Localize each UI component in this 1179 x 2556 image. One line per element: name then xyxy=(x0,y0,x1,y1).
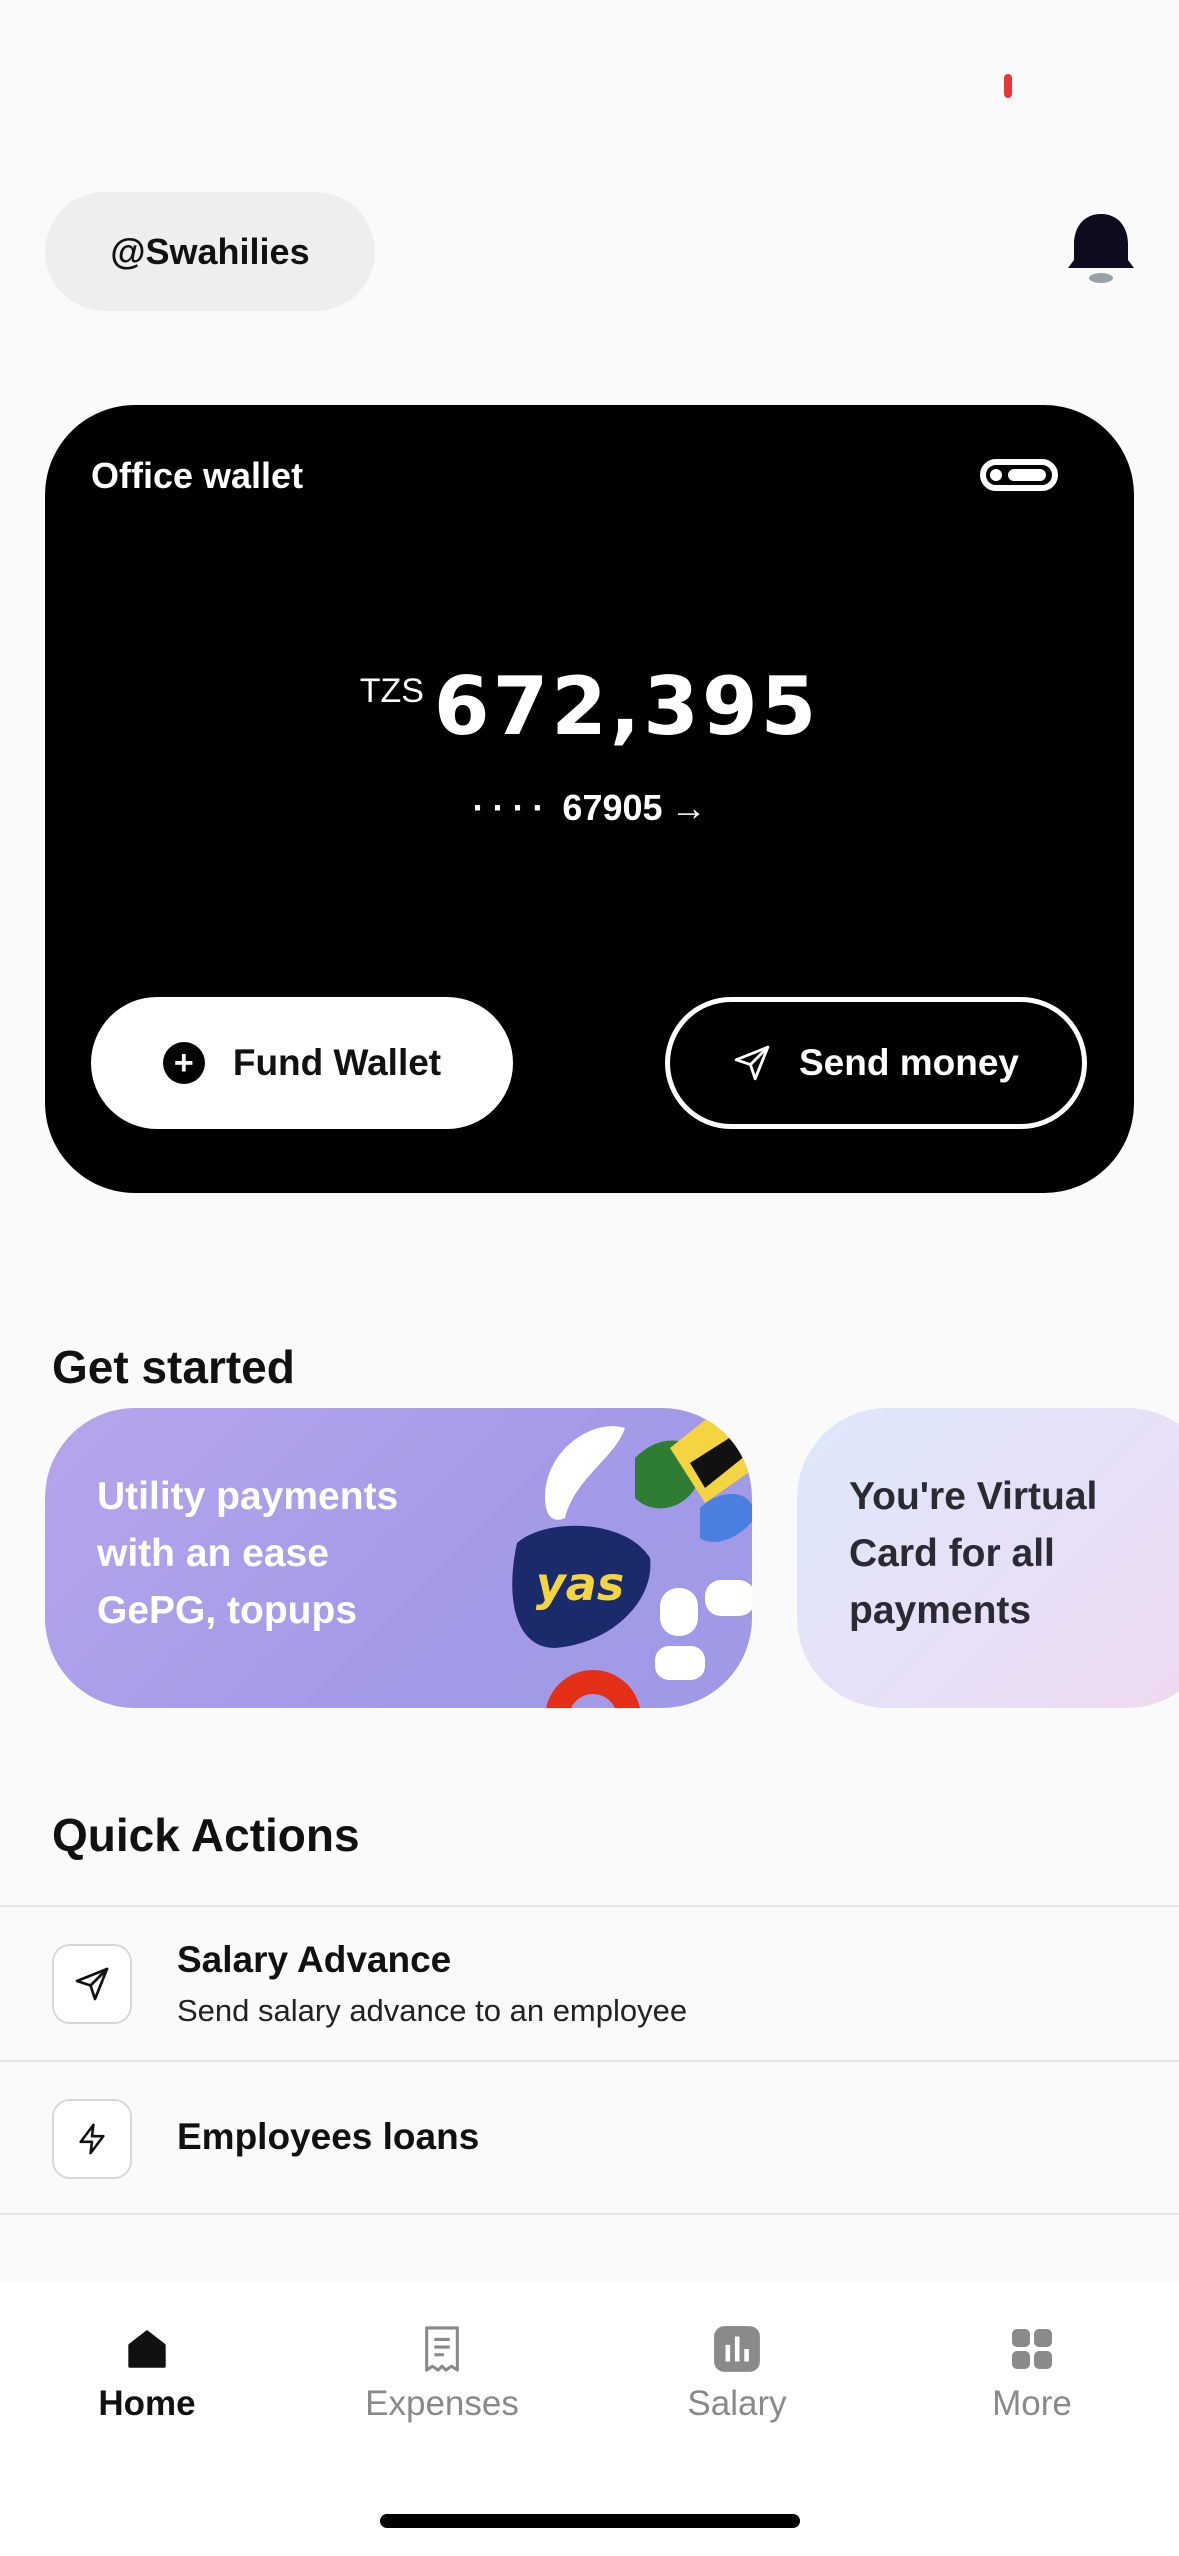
account-suffix: 67905 xyxy=(562,787,663,828)
svg-text:yas: yas xyxy=(536,1557,624,1611)
quick-action-salary-advance[interactable]: Salary Advance Send salary advance to an… xyxy=(0,1905,1179,2060)
user-handle-label: @Swahilies xyxy=(110,230,310,272)
tab-home[interactable]: Home xyxy=(47,2322,247,2424)
wallet-card: Office wallet TZS 672,395 ···· 67905 → + Fu… xyxy=(45,405,1134,1193)
account-mask: ···· xyxy=(472,787,553,828)
fund-wallet-button[interactable]: + Fund Wallet xyxy=(91,997,513,1129)
notification-bell-icon[interactable] xyxy=(1066,210,1136,290)
quick-actions-heading: Quick Actions xyxy=(52,1809,360,1861)
home-indicator xyxy=(380,2514,800,2528)
balance: TZS 672,395 xyxy=(45,660,1134,753)
card-switch-icon[interactable] xyxy=(980,459,1058,491)
tab-salary[interactable]: Salary xyxy=(637,2322,837,2424)
recording-indicator xyxy=(1004,74,1012,98)
quick-action-title: Employees loans xyxy=(177,2116,480,2157)
get-started-heading: Get started xyxy=(52,1341,295,1393)
lightning-icon xyxy=(52,2099,132,2179)
balance-amount: 672,395 xyxy=(433,660,820,753)
tab-more[interactable]: More xyxy=(932,2322,1132,2424)
virtual-card-promo[interactable]: You're Virtual Card for all payments xyxy=(797,1408,1179,1708)
grid-icon xyxy=(1012,2329,1052,2369)
balance-currency: TZS xyxy=(359,672,424,710)
tab-label: Expenses xyxy=(365,2384,519,2423)
telecom-logos-icon: yas xyxy=(512,1408,752,1708)
wallet-title: Office wallet xyxy=(91,455,304,496)
tab-label: More xyxy=(992,2384,1072,2423)
quick-action-employees-loans[interactable]: Employees loans xyxy=(0,2060,1179,2215)
quick-action-title: Salary Advance xyxy=(177,1939,452,1980)
home-icon xyxy=(128,2330,166,2368)
quick-action-subtitle: Send salary advance to an employee xyxy=(177,1993,688,2028)
send-money-label: Send money xyxy=(799,1042,1019,1083)
send-icon xyxy=(734,1045,770,1081)
chart-icon xyxy=(714,2326,760,2372)
tab-label: Home xyxy=(98,2384,196,2423)
quick-actions-list: Salary Advance Send salary advance to an… xyxy=(0,1905,1179,2215)
tab-label: Salary xyxy=(687,2384,787,2423)
send-icon xyxy=(52,1944,132,2024)
receipt-icon xyxy=(425,2326,459,2372)
fund-wallet-label: Fund Wallet xyxy=(232,1042,442,1083)
plus-circle-icon: + xyxy=(162,1042,205,1084)
arrow-right-icon: → xyxy=(670,787,707,828)
utility-payments-text: Utility payments with an ease GePG, topu… xyxy=(97,1475,399,1632)
utility-payments-card[interactable]: Utility payments with an ease GePG, topu… xyxy=(45,1408,752,1708)
tab-expenses[interactable]: Expenses xyxy=(342,2322,542,2424)
virtual-card-text: You're Virtual Card for all payments xyxy=(849,1475,1098,1632)
send-money-button[interactable]: Send money xyxy=(665,997,1087,1129)
account-number-link[interactable]: ···· 67905 → xyxy=(45,787,1134,829)
user-handle-chip[interactable]: @Swahilies xyxy=(45,192,375,311)
